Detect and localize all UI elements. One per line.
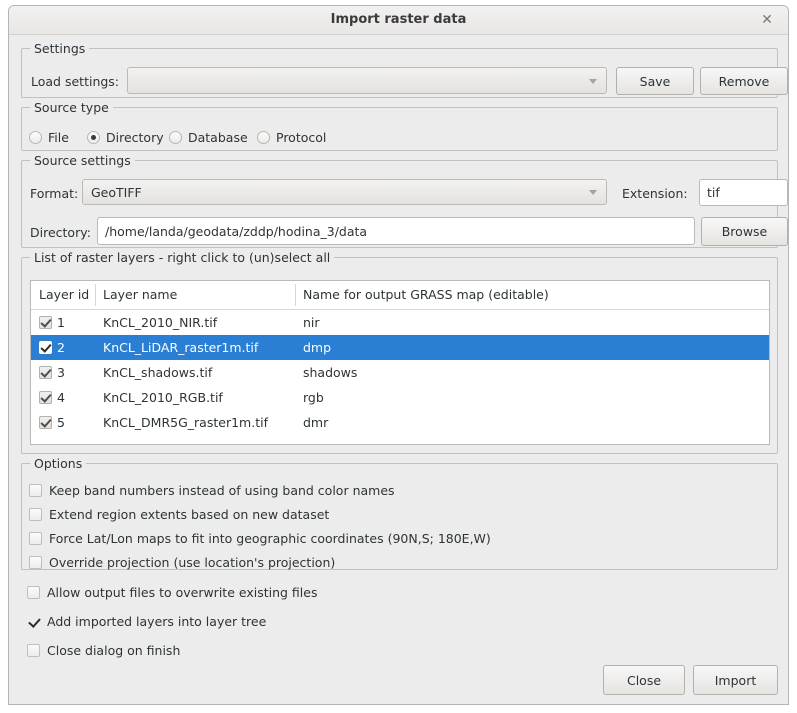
page-title: Import raster data: [330, 12, 467, 27]
cell-layer-id: 5: [57, 415, 65, 430]
table-row[interactable]: 4 KnCL_2010_RGB.tif rgb: [31, 385, 769, 410]
option-override-projection-label: Override projection (use location's proj…: [49, 555, 336, 570]
cell-output-name[interactable]: shadows: [303, 360, 357, 385]
directory-input[interactable]: [97, 217, 695, 245]
checkbox-icon: [27, 615, 40, 628]
option-extend-region-extents[interactable]: Extend region extents based on new datas…: [29, 507, 329, 522]
checkbox-icon: [29, 532, 42, 545]
dialog-titlebar: Import raster data ✕: [9, 6, 788, 35]
table-row[interactable]: 1 KnCL_2010_NIR.tif nir: [31, 310, 769, 335]
cell-output-name[interactable]: rgb: [303, 385, 324, 410]
browse-button[interactable]: Browse: [701, 217, 788, 246]
column-header-layer-id[interactable]: Layer id: [39, 281, 89, 309]
cell-layer-id: 3: [57, 365, 65, 380]
source-type-option-file-label: File: [48, 130, 69, 145]
row-checkbox[interactable]: [39, 391, 52, 404]
source-settings-group-legend: Source settings: [30, 153, 135, 168]
option-add-imported-layers[interactable]: Add imported layers into layer tree: [27, 614, 266, 629]
format-label: Format:: [30, 186, 79, 201]
import-raster-data-dialog: Import raster data ✕ Settings Load setti…: [8, 5, 789, 705]
option-allow-overwrite[interactable]: Allow output files to overwrite existing…: [27, 585, 317, 600]
load-settings-combo[interactable]: [127, 67, 607, 94]
cell-output-name[interactable]: dmr: [303, 410, 328, 435]
chevron-down-icon: [589, 190, 597, 195]
option-close-dialog-on-finish[interactable]: Close dialog on finish: [27, 643, 180, 658]
source-type-option-directory-label: Directory: [106, 130, 164, 145]
import-button[interactable]: Import: [693, 665, 778, 695]
row-checkbox[interactable]: [39, 366, 52, 379]
radio-icon: [169, 131, 182, 144]
cell-layer-name: KnCL_shadows.tif: [103, 365, 213, 380]
option-extend-region-extents-label: Extend region extents based on new datas…: [49, 507, 330, 522]
load-settings-label: Load settings:: [31, 74, 120, 89]
directory-label: Directory:: [30, 225, 91, 240]
extension-label: Extension:: [622, 186, 688, 201]
options-group-legend: Options: [30, 456, 87, 471]
option-allow-overwrite-label: Allow output files to overwrite existing…: [47, 585, 318, 600]
cell-output-name[interactable]: nir: [303, 310, 320, 335]
close-icon[interactable]: ✕: [758, 11, 776, 29]
cell-layer-id: 4: [57, 390, 65, 405]
column-header-output-name[interactable]: Name for output GRASS map (editable): [303, 281, 549, 309]
source-type-option-protocol[interactable]: Protocol: [257, 130, 326, 145]
option-add-imported-layers-label: Add imported layers into layer tree: [47, 614, 267, 629]
remove-button[interactable]: Remove: [700, 67, 788, 95]
cell-layer-name: KnCL_2010_RGB.tif: [103, 390, 223, 405]
row-checkbox[interactable]: [39, 416, 52, 429]
save-button[interactable]: Save: [616, 67, 694, 95]
radio-icon: [257, 131, 270, 144]
source-type-group-legend: Source type: [30, 100, 113, 115]
option-force-latlon[interactable]: Force Lat/Lon maps to fit into geographi…: [29, 531, 491, 546]
table-row[interactable]: 5 KnCL_DMR5G_raster1m.tif dmr: [31, 410, 769, 435]
raster-layers-table: Layer id Layer name Name for output GRAS…: [30, 280, 770, 445]
cell-layer-name: KnCL_DMR5G_raster1m.tif: [103, 415, 268, 430]
column-divider[interactable]: [295, 284, 296, 306]
cell-layer-name: KnCL_2010_NIR.tif: [103, 315, 218, 330]
checkbox-icon: [27, 644, 40, 657]
cell-output-name[interactable]: dmp: [303, 335, 331, 360]
table-row[interactable]: 3 KnCL_shadows.tif shadows: [31, 360, 769, 385]
row-checkbox[interactable]: [39, 316, 52, 329]
source-type-option-file[interactable]: File: [29, 130, 69, 145]
cell-layer-name: KnCL_LiDAR_raster1m.tif: [103, 340, 259, 355]
column-header-layer-name[interactable]: Layer name: [103, 281, 177, 309]
chevron-down-icon: [589, 78, 597, 84]
format-combo-value: GeoTIFF: [91, 185, 142, 200]
option-force-latlon-label: Force Lat/Lon maps to fit into geographi…: [49, 531, 491, 546]
row-checkbox[interactable]: [39, 341, 52, 354]
close-button[interactable]: Close: [603, 665, 685, 695]
checkbox-icon: [29, 484, 42, 497]
checkbox-icon: [29, 508, 42, 521]
column-divider[interactable]: [95, 284, 96, 306]
checkbox-icon: [29, 556, 42, 569]
checkbox-icon: [27, 586, 40, 599]
table-row[interactable]: 2 KnCL_LiDAR_raster1m.tif dmp: [31, 335, 769, 360]
option-keep-band-numbers[interactable]: Keep band numbers instead of using band …: [29, 483, 395, 498]
radio-icon: [29, 131, 42, 144]
raster-layers-group-legend: List of raster layers - right click to (…: [30, 250, 335, 265]
option-close-dialog-on-finish-label: Close dialog on finish: [47, 643, 181, 658]
settings-group-legend: Settings: [30, 41, 90, 56]
source-type-option-protocol-label: Protocol: [276, 130, 327, 145]
source-type-option-database[interactable]: Database: [169, 130, 248, 145]
source-type-option-directory[interactable]: Directory: [87, 130, 164, 145]
radio-icon: [87, 131, 100, 144]
cell-layer-id: 2: [57, 340, 65, 355]
format-combo[interactable]: GeoTIFF: [82, 179, 607, 205]
source-type-option-database-label: Database: [188, 130, 248, 145]
option-override-projection[interactable]: Override projection (use location's proj…: [29, 555, 335, 570]
cell-layer-id: 1: [57, 315, 65, 330]
extension-input[interactable]: [699, 179, 788, 206]
table-header-row: Layer id Layer name Name for output GRAS…: [31, 281, 769, 310]
option-keep-band-numbers-label: Keep band numbers instead of using band …: [49, 483, 395, 498]
